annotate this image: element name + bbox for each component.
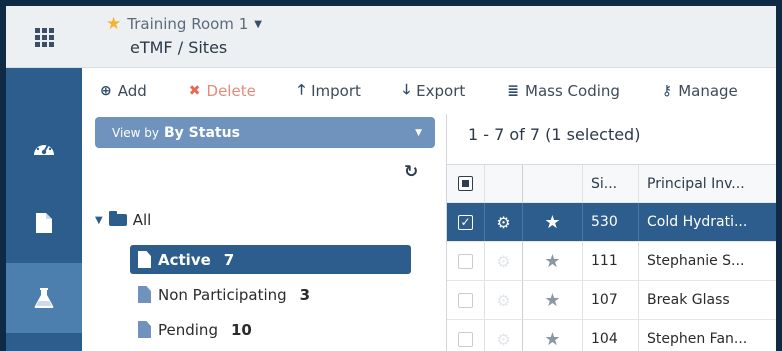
document-icon	[138, 286, 151, 303]
tree-node-label: Active	[158, 250, 211, 269]
pi-cell: Stephen Fan...	[647, 331, 748, 347]
view-by-prefix: View by	[112, 125, 160, 140]
gear-icon[interactable]: ⚙	[496, 213, 510, 232]
site-cell: 107	[583, 281, 639, 319]
breadcrumb: eTMF / Sites	[130, 38, 228, 57]
tree-root-label: All	[132, 211, 152, 229]
arrow-up-icon: 🡑	[297, 82, 306, 98]
row-checkbox[interactable]	[458, 253, 473, 269]
table-row[interactable]: ⚙ ★ 107 Break Glass	[447, 281, 776, 320]
delete-label: Delete	[206, 82, 256, 100]
tree-node-active[interactable]: Active 7	[130, 245, 411, 274]
refresh-icon[interactable]: ↻	[404, 162, 418, 182]
document-icon	[138, 251, 151, 268]
select-all-cell[interactable]	[447, 165, 485, 202]
tree-root[interactable]: ▼ All	[95, 211, 151, 229]
star-icon[interactable]: ★	[544, 251, 560, 272]
close-icon: ✖	[188, 83, 201, 99]
star-icon[interactable]: ★	[544, 212, 560, 233]
pager-status: 1 - 7 of 7 (1 selected)	[468, 125, 641, 144]
column-header-site[interactable]: Si...	[583, 165, 639, 202]
table-row[interactable]: ⚙ ★ 104 Stephen Fan...	[447, 320, 776, 351]
export-label: Export	[416, 82, 466, 100]
flask-icon	[34, 288, 54, 308]
import-button[interactable]: 🡑 Import	[298, 79, 361, 103]
gear-icon[interactable]: ⚙	[496, 291, 510, 310]
nav-item-sites[interactable]	[6, 263, 82, 333]
row-checkbox[interactable]	[458, 331, 473, 347]
mass-coding-button[interactable]: ≣ Mass Coding	[507, 82, 620, 100]
grid-icon	[34, 27, 54, 47]
row-checkbox[interactable]	[458, 292, 473, 308]
import-label: Import	[311, 82, 361, 100]
header-star-cell	[523, 165, 583, 202]
site-cell: 111	[583, 242, 639, 280]
expand-caret-icon: ▼	[95, 214, 103, 226]
table-row[interactable]: ✓ ⚙ ★ 530 Cold Hydrati...	[447, 203, 776, 242]
star-icon[interactable]: ★	[544, 329, 560, 350]
view-by-dropdown[interactable]: View by By Status ▼	[95, 117, 435, 148]
app-frame: ★ Training Room 1 ▼ eTMF / Sites ⊕ Add ✖…	[6, 6, 776, 351]
tree-node-label: Pending	[158, 320, 218, 339]
dashboard-icon	[34, 141, 54, 155]
mass-coding-label: Mass Coding	[525, 82, 620, 100]
row-checkbox[interactable]: ✓	[458, 214, 473, 230]
table-row[interactable]: ⚙ ★ 111 Stephanie S...	[447, 242, 776, 281]
apps-menu-button[interactable]	[6, 6, 82, 68]
column-header-principal-investigator[interactable]: Principal Inv...	[639, 165, 776, 202]
plus-circle-icon: ⊕	[100, 83, 112, 99]
header-gear-cell	[485, 165, 523, 202]
pi-cell: Break Glass	[647, 292, 730, 308]
select-all-checkbox[interactable]	[458, 176, 473, 191]
document-icon	[36, 213, 52, 233]
sites-grid: Si... Principal Inv... ✓ ⚙ ★ 530 Cold Hy…	[447, 164, 776, 351]
arrow-down-icon: 🡓	[402, 82, 411, 98]
tree-node-count: 10	[230, 320, 252, 339]
site-cell: 530	[583, 203, 639, 241]
tree-node-count: 3	[299, 285, 311, 304]
tree-node-pending[interactable]: Pending 10	[130, 315, 252, 344]
room-selector[interactable]: ★ Training Room 1 ▼	[106, 14, 262, 34]
gear-icon[interactable]: ⚙	[496, 252, 510, 271]
app-header: ★ Training Room 1 ▼ eTMF / Sites	[6, 6, 776, 68]
tree-node-label: Non Participating	[158, 285, 287, 304]
pi-cell: Cold Hydrati...	[647, 214, 748, 230]
view-by-value: By Status	[164, 124, 240, 141]
room-name: Training Room 1	[127, 15, 249, 33]
add-button[interactable]: ⊕ Add	[100, 82, 147, 100]
export-button[interactable]: 🡓 Export	[403, 79, 465, 103]
left-nav	[6, 68, 82, 351]
site-cell: 104	[583, 320, 639, 351]
key-icon: ⚷	[661, 83, 673, 99]
document-icon	[138, 321, 151, 338]
toolbar: ⊕ Add ✖ Delete 🡑 Import 🡓 Export ≣ Mass …	[82, 68, 776, 114]
grid-header-row: Si... Principal Inv...	[447, 165, 776, 203]
tree-node-count: 7	[223, 250, 235, 269]
manage-label: Manage	[678, 82, 738, 100]
tree-node-non-participating[interactable]: Non Participating 3	[130, 280, 310, 309]
database-icon: ≣	[507, 83, 520, 99]
pi-cell: Stephanie S...	[647, 253, 745, 269]
gear-icon[interactable]: ⚙	[496, 330, 510, 349]
add-label: Add	[117, 82, 147, 100]
star-icon[interactable]: ★	[544, 290, 560, 311]
nav-item-documents[interactable]	[6, 188, 82, 258]
chevron-down-icon: ▼	[415, 127, 422, 138]
folder-open-icon	[108, 211, 127, 226]
chevron-down-icon: ▼	[254, 18, 262, 30]
star-icon: ★	[106, 14, 122, 34]
manage-button[interactable]: ⚷ Manage	[662, 82, 738, 100]
delete-button[interactable]: ✖ Delete	[189, 82, 256, 100]
nav-item-dashboard[interactable]	[6, 113, 82, 183]
